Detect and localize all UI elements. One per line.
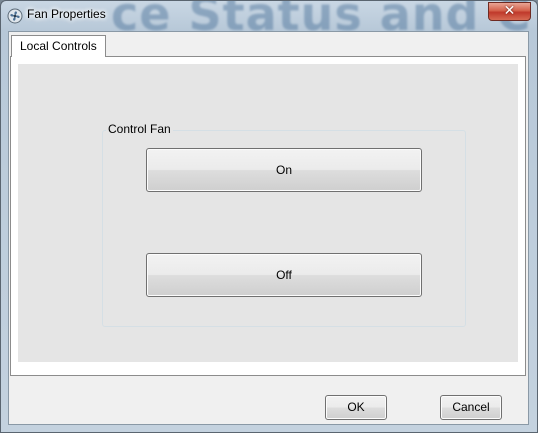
tab-content: Control Fan On Off: [18, 64, 518, 362]
window-title: Fan Properties: [27, 7, 106, 21]
fan-off-button[interactable]: Off: [146, 253, 422, 297]
fan-properties-window: ce Status and C Fan Properties ✕ Local C…: [0, 0, 538, 433]
cancel-button[interactable]: Cancel: [440, 395, 502, 420]
control-fan-group: Control Fan On Off: [102, 122, 466, 327]
title-bar[interactable]: Fan Properties ✕: [1, 1, 537, 31]
close-button[interactable]: ✕: [488, 2, 531, 21]
control-fan-group-label: Control Fan: [106, 122, 173, 136]
tab-strip: Local Controls: [10, 33, 527, 57]
close-icon: ✕: [503, 3, 516, 19]
fan-icon: [7, 8, 23, 24]
fan-on-button[interactable]: On: [146, 148, 422, 192]
ok-button[interactable]: OK: [325, 395, 387, 420]
tab-local-controls[interactable]: Local Controls: [11, 35, 106, 57]
dialog-client-area: Local Controls Control Fan On Off OK Can…: [8, 31, 529, 425]
tab-panel-local-controls: Control Fan On Off: [10, 56, 526, 376]
